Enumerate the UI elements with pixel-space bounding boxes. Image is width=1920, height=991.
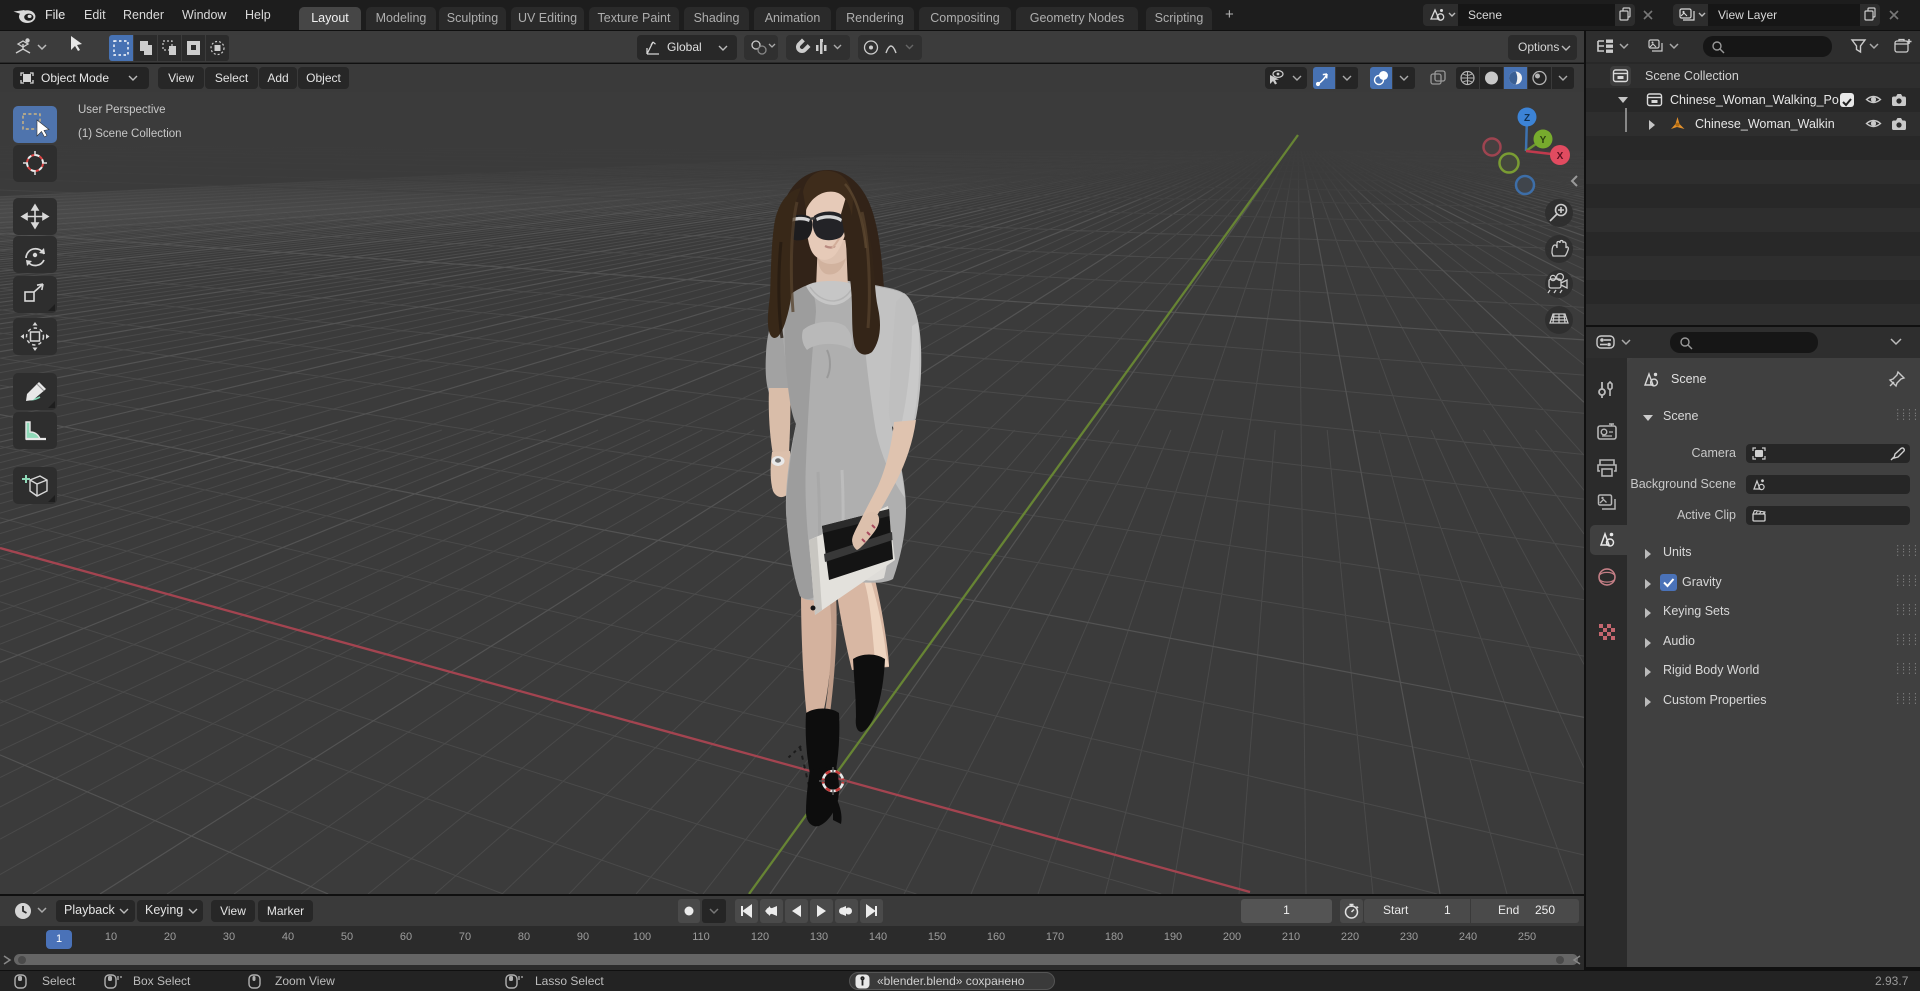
svg-text:Z: Z [1524, 113, 1530, 124]
svg-text:X: X [1557, 151, 1564, 162]
svg-text:Y: Y [1540, 135, 1547, 146]
